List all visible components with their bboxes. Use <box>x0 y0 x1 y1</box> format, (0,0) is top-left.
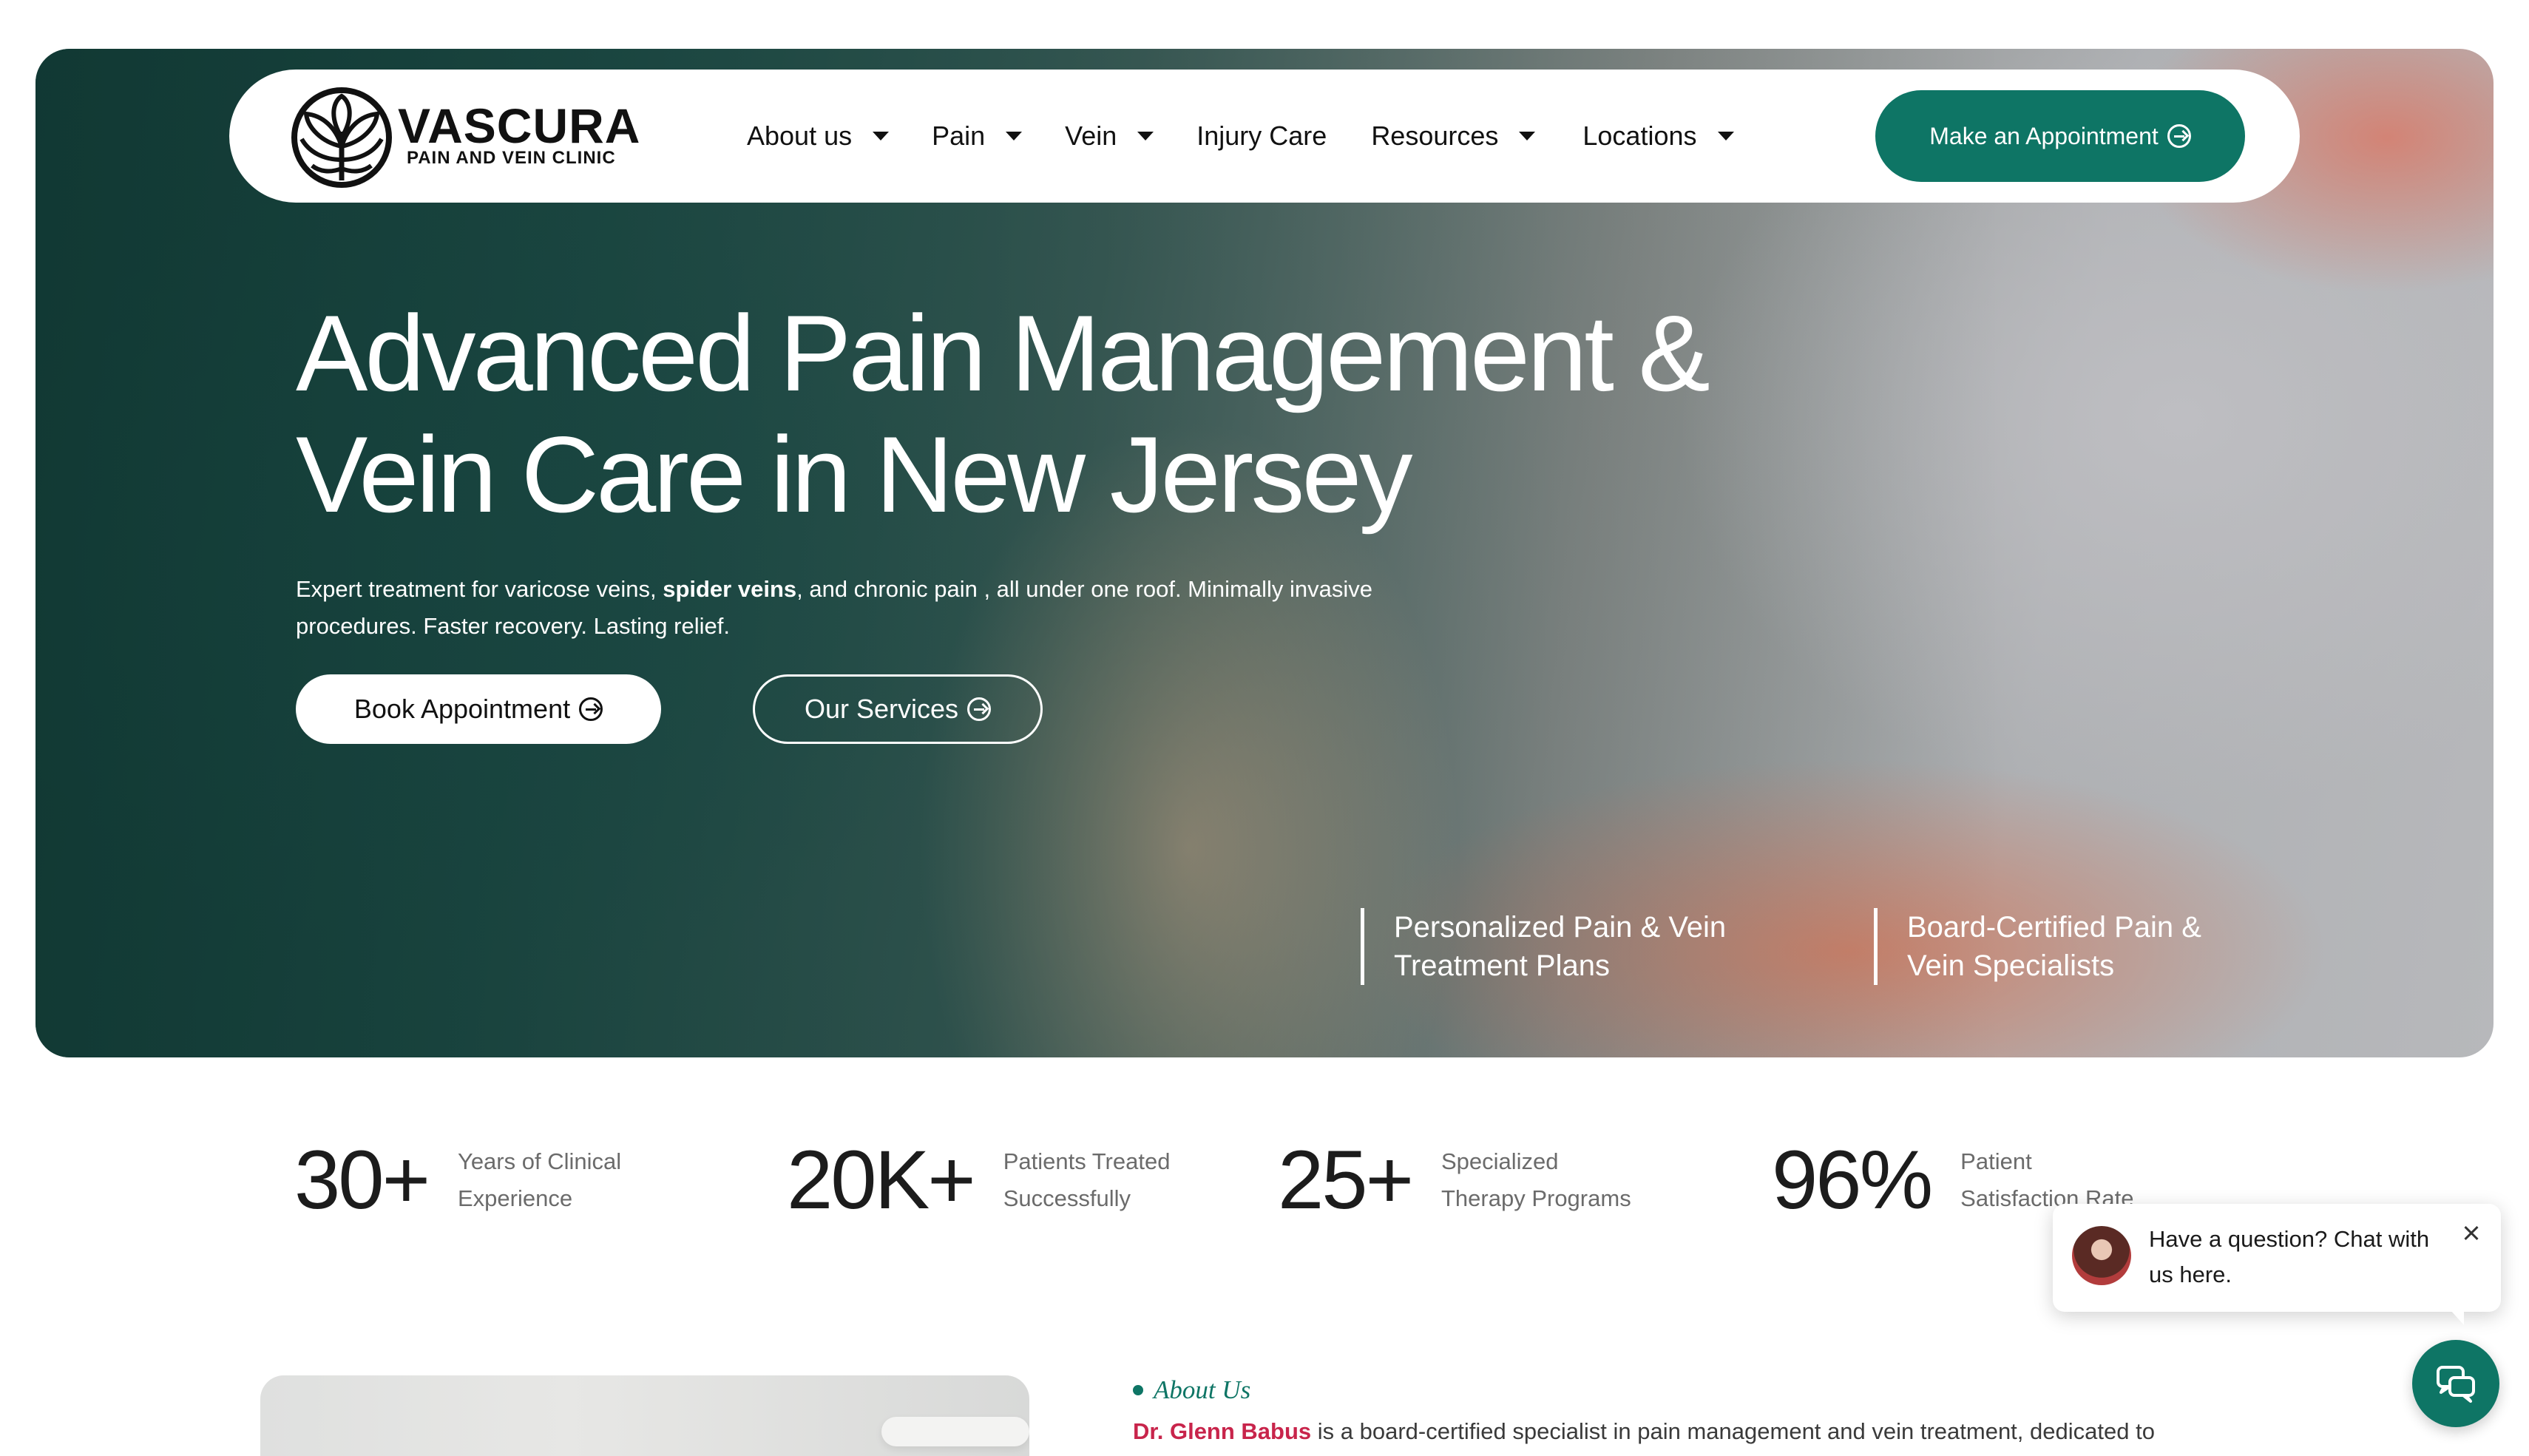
stat-label-line-2: Experience <box>457 1185 573 1211</box>
feature-personalized-plans: Personalized Pain & Vein Treatment Plans <box>1361 908 1775 985</box>
caret-down-icon <box>873 132 890 140</box>
stat-label-line-1: Specialized <box>1440 1148 1559 1174</box>
feature-line-1: Board-Certified Pain & <box>1907 911 2201 944</box>
make-appointment-label: Make an Appointment <box>1929 122 2159 149</box>
nav-item-about-us[interactable]: About us <box>747 121 890 152</box>
stat-value: 20K+ <box>787 1134 976 1226</box>
nav-item-label: Pain <box>932 121 986 151</box>
feature-board-certified: Board-Certified Pain & Vein Specialists <box>1874 908 2288 985</box>
about-image-detail <box>881 1417 1029 1446</box>
our-services-label: Our Services <box>804 694 959 724</box>
hero-section: VASCURA PAIN AND VEIN CLINIC About us Pa… <box>35 49 2494 1057</box>
nav-item-label: About us <box>747 121 853 151</box>
stat-value: 30+ <box>294 1134 430 1226</box>
close-icon[interactable] <box>2458 1220 2485 1247</box>
nav-item-resources[interactable]: Resources <box>1371 121 1536 152</box>
stat-label-line-2: Therapy Programs <box>1440 1185 1631 1211</box>
stat-patients-treated: 20K+ Patients Treated Successfully <box>787 1139 1170 1222</box>
chat-bubbles-icon <box>2437 1366 2475 1403</box>
circle-arrow-right-icon <box>579 697 603 721</box>
nav-item-label: Injury Care <box>1196 121 1327 151</box>
hero-desc-highlight[interactable]: spider veins <box>663 576 796 602</box>
main-navbar: VASCURA PAIN AND VEIN CLINIC About us Pa… <box>229 70 2300 203</box>
about-intro-text: is a board-certified specialist in pain … <box>1311 1418 2155 1444</box>
book-appointment-button[interactable]: Book Appointment <box>296 674 661 744</box>
hero-desc-part-1: Expert treatment for varicose veins, <box>296 576 663 602</box>
hero-description: Expert treatment for varicose veins, spi… <box>296 571 1375 645</box>
make-appointment-button[interactable]: Make an Appointment <box>1875 90 2245 182</box>
nav-menu: About us Pain Vein Injury Care Resources… <box>747 70 1734 203</box>
caret-down-icon <box>1006 132 1023 140</box>
brand-tagline: PAIN AND VEIN CLINIC <box>407 148 616 168</box>
nav-item-pain[interactable]: Pain <box>932 121 1023 152</box>
stat-label: Patients Treated Successfully <box>1003 1143 1171 1217</box>
hero-title-line-2: Vein Care in New Jersey <box>296 414 1413 535</box>
chat-prompt-bubble[interactable]: Have a question? Chat with us here. <box>2053 1204 2501 1325</box>
stat-label-line-1: Patient <box>1960 1148 2032 1174</box>
about-us-tag-label: About Us <box>1154 1375 1251 1404</box>
stat-label-line-1: Patients Treated <box>1003 1148 1171 1174</box>
book-appointment-label: Book Appointment <box>353 694 571 724</box>
stat-label: Years of Clinical Experience <box>458 1143 621 1217</box>
feature-line-2: Vein Specialists <box>1907 949 2115 982</box>
nav-item-locations[interactable]: Locations <box>1582 121 1734 152</box>
caret-down-icon <box>1717 132 1734 140</box>
stat-label-line-1: Years of Clinical <box>457 1148 622 1174</box>
agent-avatar <box>2072 1226 2131 1285</box>
chat-launcher-button[interactable] <box>2412 1340 2499 1427</box>
stat-label-line-2: Successfully <box>1003 1185 1131 1211</box>
nav-item-label: Vein <box>1065 121 1117 151</box>
bullet-dot-icon <box>1133 1385 1143 1395</box>
brand-name[interactable]: VASCURA <box>398 98 640 154</box>
feature-line-1: Personalized Pain & Vein <box>1394 911 1727 944</box>
chat-prompt-text: Have a question? Chat with us here. <box>2149 1226 2430 1287</box>
hero-title: Advanced Pain Management & Vein Care in … <box>296 293 1849 535</box>
about-intro: Dr. Glenn Babus is a board-certified spe… <box>1133 1418 2316 1445</box>
nav-item-injury-care[interactable]: Injury Care <box>1196 121 1327 152</box>
about-image <box>260 1375 1029 1456</box>
circle-arrow-right-icon <box>2167 124 2191 148</box>
stat-value: 25+ <box>1278 1134 1414 1226</box>
caret-down-icon <box>1137 132 1154 140</box>
about-us-tag: About Us <box>1133 1375 1250 1405</box>
caret-down-icon <box>1519 132 1536 140</box>
nav-item-label: Resources <box>1371 121 1499 151</box>
stat-therapy-programs: 25+ Specialized Therapy Programs <box>1278 1139 1631 1222</box>
nav-item-label: Locations <box>1582 121 1697 151</box>
our-services-button[interactable]: Our Services <box>753 674 1043 744</box>
hero-title-line-1: Advanced Pain Management & <box>296 293 1710 413</box>
feature-line-2: Treatment Plans <box>1394 949 1610 982</box>
nav-item-vein[interactable]: Vein <box>1065 121 1154 152</box>
tree-of-life-icon[interactable] <box>290 86 393 189</box>
stat-years-experience: 30+ Years of Clinical Experience <box>294 1139 621 1222</box>
stat-value: 96% <box>1772 1134 1933 1226</box>
circle-arrow-right-icon <box>967 697 992 721</box>
stat-label: Specialized Therapy Programs <box>1441 1143 1631 1217</box>
doctor-name-link[interactable]: Dr. Glenn Babus <box>1133 1418 1311 1444</box>
